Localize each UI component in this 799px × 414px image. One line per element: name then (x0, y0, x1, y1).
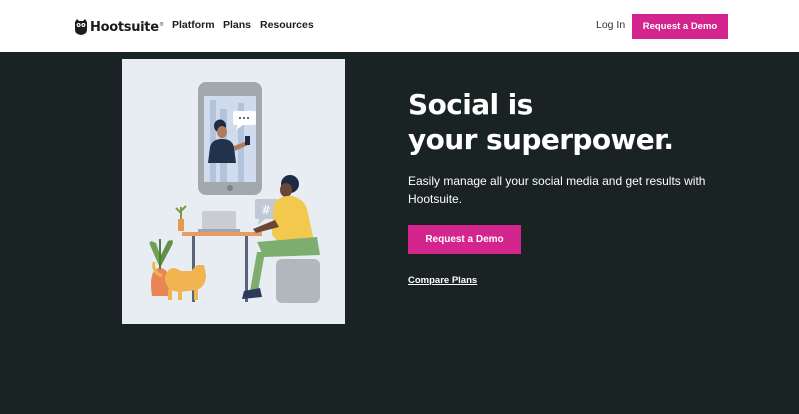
svg-text:#: # (261, 203, 271, 217)
nav-resources-link[interactable]: Resources (260, 19, 314, 31)
nav-platform-link[interactable]: Platform (172, 19, 215, 31)
hero-subtitle: Easily manage all your social media and … (408, 174, 706, 206)
owl-logo-icon (75, 19, 87, 35)
hero-heading-line-1: Social is (408, 88, 533, 121)
top-navigation-bar: Hootsuite ® Platform Plans Resources Log… (0, 0, 799, 52)
nav-plans-link[interactable]: Plans (223, 19, 251, 31)
people-working-illustration: # (149, 82, 320, 303)
registered-mark: ® (159, 22, 164, 28)
login-link[interactable]: Log In (596, 19, 625, 31)
hero-request-demo-button[interactable]: Request a Demo (408, 225, 521, 254)
hero-heading: Social is your superpower. (408, 87, 768, 157)
compare-plans-link[interactable]: Compare Plans (408, 275, 477, 286)
hootsuite-logo[interactable]: Hootsuite ® (74, 17, 163, 37)
brand-name: Hootsuite (90, 19, 159, 35)
hero-illustration: # (122, 59, 345, 324)
nav-request-demo-button[interactable]: Request a Demo (632, 14, 728, 39)
hero-heading-line-2: your superpower. (408, 123, 674, 156)
